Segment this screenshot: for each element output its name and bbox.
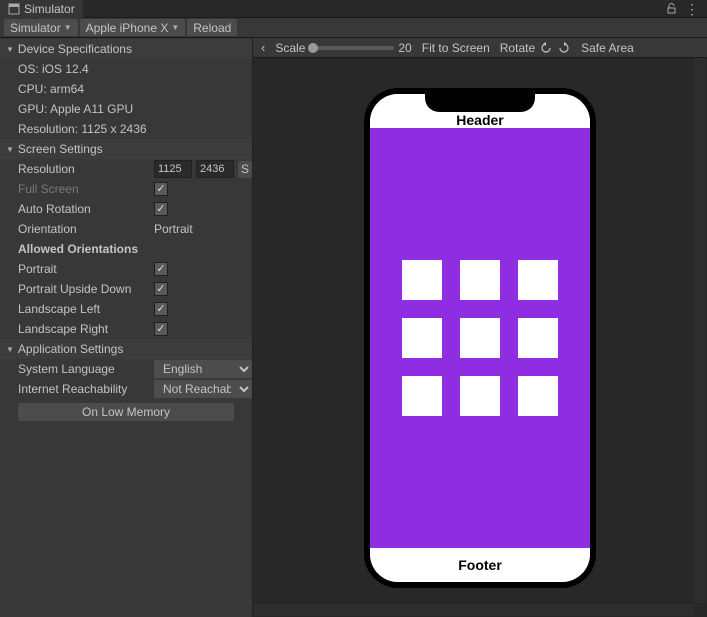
scale-slider[interactable]	[309, 46, 394, 50]
safe-area-toggle[interactable]: Safe Area	[581, 41, 634, 55]
grid-cell	[402, 260, 442, 300]
system-language-dropdown[interactable]: English	[154, 360, 252, 378]
landscape-right-checkbox[interactable]	[154, 322, 168, 336]
portrait-checkbox[interactable]	[154, 262, 168, 276]
section-title: Screen Settings	[18, 142, 103, 156]
section-title: Application Settings	[18, 342, 123, 356]
rotate-label: Rotate	[500, 41, 535, 55]
spec-os: OS: iOS 12.4	[18, 62, 89, 76]
back-icon[interactable]: ‹	[261, 40, 265, 55]
landscape-left-label: Landscape Left	[18, 302, 154, 316]
grid-cell	[460, 376, 500, 416]
on-low-memory-button[interactable]: On Low Memory	[18, 403, 234, 421]
section-device-spec[interactable]: ▼ Device Specifications	[0, 39, 252, 59]
resolution-height-input[interactable]	[196, 160, 234, 178]
orientation-label: Orientation	[18, 222, 154, 236]
reload-label: Reload	[193, 21, 231, 35]
foldout-icon: ▼	[6, 345, 14, 354]
device-label: Apple iPhone X	[86, 21, 169, 35]
window-icon	[8, 3, 20, 15]
rotate-cw-icon[interactable]	[557, 42, 571, 54]
internet-reachability-label: Internet Reachability	[18, 382, 154, 396]
landscape-right-label: Landscape Right	[18, 322, 154, 336]
app-footer: Footer	[370, 548, 590, 582]
reload-button[interactable]: Reload	[187, 19, 237, 36]
resolution-set-button[interactable]: S	[238, 161, 252, 178]
fullscreen-checkbox[interactable]	[154, 182, 168, 196]
landscape-left-checkbox[interactable]	[154, 302, 168, 316]
device-dropdown[interactable]: Apple iPhone X ▼	[80, 19, 186, 36]
portrait-upside-down-label: Portrait Upside Down	[18, 282, 154, 296]
app-content	[370, 128, 590, 548]
window-title: Simulator	[24, 2, 75, 16]
on-low-memory-label: On Low Memory	[82, 405, 170, 419]
portrait-upside-down-checkbox[interactable]	[154, 282, 168, 296]
allowed-orientations-header: Allowed Orientations	[18, 242, 154, 256]
portrait-label: Portrait	[18, 262, 154, 276]
rotate-ccw-icon[interactable]	[539, 42, 553, 54]
spec-cpu: CPU: arm64	[18, 82, 84, 96]
spec-resolution: Resolution: 1125 x 2436	[18, 122, 147, 136]
spec-gpu: GPU: Apple A11 GPU	[18, 102, 133, 116]
foldout-icon: ▼	[6, 145, 14, 154]
chevron-down-icon: ▼	[64, 23, 72, 32]
resolution-label: Resolution	[18, 162, 154, 176]
autorotation-checkbox[interactable]	[154, 202, 168, 216]
lock-icon[interactable]	[666, 3, 677, 14]
chevron-down-icon: ▼	[171, 23, 179, 32]
orientation-value: Portrait	[154, 222, 193, 236]
fit-to-screen-button[interactable]: Fit to Screen	[422, 41, 490, 55]
grid-cell	[460, 260, 500, 300]
menu-icon[interactable]: ⋮	[685, 2, 699, 16]
vertical-scrollbar[interactable]	[694, 58, 706, 603]
device-preview-area: Header	[253, 58, 707, 617]
device-notch	[425, 94, 535, 112]
grid-cell	[402, 318, 442, 358]
autorotation-label: Auto Rotation	[18, 202, 154, 216]
system-language-label: System Language	[18, 362, 154, 376]
grid-cell	[518, 318, 558, 358]
grid-cell	[460, 318, 500, 358]
simulator-mode-label: Simulator	[10, 21, 61, 35]
fullscreen-label: Full Screen	[18, 182, 154, 196]
horizontal-scrollbar[interactable]	[253, 604, 695, 616]
window-tab-simulator[interactable]: Simulator	[0, 0, 83, 18]
section-screen-settings[interactable]: ▼ Screen Settings	[0, 139, 252, 159]
section-application-settings[interactable]: ▼ Application Settings	[0, 339, 252, 359]
scale-value: 20	[398, 41, 411, 55]
section-title: Device Specifications	[18, 42, 132, 56]
simulator-mode-dropdown[interactable]: Simulator ▼	[4, 19, 78, 36]
grid-cell	[518, 376, 558, 416]
scale-label: Scale	[275, 41, 305, 55]
foldout-icon: ▼	[6, 45, 14, 54]
grid	[402, 260, 558, 416]
grid-cell	[518, 260, 558, 300]
grid-cell	[402, 376, 442, 416]
device-frame: Header	[364, 88, 596, 588]
resolution-width-input[interactable]	[154, 160, 192, 178]
internet-reachability-dropdown[interactable]: Not Reachable	[154, 380, 252, 398]
